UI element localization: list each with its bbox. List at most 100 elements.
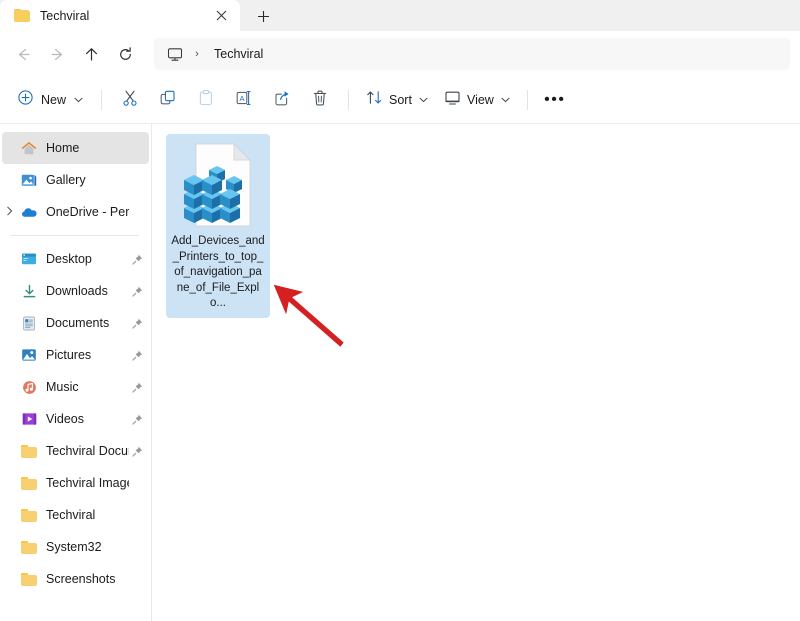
gallery-icon — [20, 171, 38, 189]
folder-icon — [20, 570, 38, 588]
pin-icon[interactable] — [129, 414, 145, 425]
tab-techviral[interactable]: Techviral — [0, 0, 240, 31]
new-button-label: New — [41, 93, 67, 107]
chevron-down-icon — [74, 96, 83, 105]
folder-icon — [20, 538, 38, 556]
scissors-icon — [121, 89, 139, 112]
home-icon — [20, 139, 38, 157]
sidebar-item-techviral[interactable]: Techviral — [2, 499, 149, 531]
sidebar-item-label: System32 — [46, 540, 102, 554]
sidebar-item-label: Techviral Docum — [46, 444, 129, 458]
sidebar-item-videos[interactable]: Videos — [2, 403, 149, 435]
sidebar-item-documents[interactable]: Documents — [2, 307, 149, 339]
trash-icon — [311, 89, 329, 112]
sidebar-item-label: Pictures — [46, 348, 92, 362]
pin-icon[interactable] — [129, 254, 145, 265]
delete-button[interactable] — [301, 84, 339, 116]
toolbar-divider — [101, 90, 103, 110]
pin-icon[interactable] — [129, 286, 145, 297]
sidebar-item-home[interactable]: Home — [2, 132, 149, 164]
view-monitor-icon — [444, 90, 461, 111]
command-bar: New A Sort View ••• — [0, 77, 800, 124]
pin-icon[interactable] — [129, 382, 145, 393]
rename-button[interactable]: A — [225, 84, 263, 116]
toolbar-divider — [526, 90, 528, 110]
sidebar-item-label: Gallery — [46, 173, 86, 187]
sort-arrows-icon — [366, 89, 383, 111]
cut-button[interactable] — [111, 84, 149, 116]
pc-monitor-icon — [164, 44, 186, 64]
up-button[interactable] — [74, 38, 108, 70]
new-button[interactable]: New — [10, 84, 92, 116]
paste-icon — [197, 89, 215, 112]
close-icon[interactable] — [210, 5, 232, 27]
back-button[interactable] — [6, 38, 40, 70]
file-name-label: Add_Devices_and _Printers_to_top_ of_nav… — [171, 235, 265, 310]
tab-label: Techviral — [40, 8, 90, 23]
more-options-button[interactable]: ••• — [537, 84, 573, 116]
sidebar-item-system32[interactable]: System32 — [2, 531, 149, 563]
svg-text:A: A — [240, 94, 245, 103]
sidebar-item-techviral-documents[interactable]: Techviral Docum — [2, 435, 149, 467]
breadcrumb-separator[interactable]: › — [186, 48, 208, 60]
sidebar-divider — [10, 235, 139, 236]
downloads-icon — [20, 282, 38, 300]
sidebar-item-pictures[interactable]: Pictures — [2, 339, 149, 371]
chevron-down-icon — [419, 96, 428, 105]
pictures-icon — [20, 346, 38, 364]
pin-icon[interactable] — [129, 318, 145, 329]
forward-button[interactable] — [40, 38, 74, 70]
sidebar-item-label: OneDrive - Persona — [46, 205, 129, 219]
file-explorer-window: Techviral › Techviral New A Sort View ••… — [0, 0, 800, 621]
explorer-body: Home Gallery OneDrive - Per Desktop Down… — [0, 124, 800, 621]
folder-icon — [20, 506, 38, 524]
folder-icon — [14, 8, 30, 23]
paste-button[interactable] — [187, 84, 225, 116]
sidebar-item-desktop[interactable]: Desktop — [2, 243, 149, 275]
chevron-down-icon — [501, 96, 510, 105]
toolbar-divider — [348, 90, 350, 110]
view-button[interactable]: View — [436, 84, 518, 116]
pin-icon[interactable] — [129, 446, 145, 457]
folder-icon — [20, 474, 38, 492]
sidebar-item-gallery[interactable]: Gallery — [2, 164, 149, 196]
pin-icon[interactable] — [129, 350, 145, 361]
share-button[interactable] — [263, 84, 301, 116]
sidebar-item-label: Techviral — [46, 508, 96, 522]
copy-button[interactable] — [149, 84, 187, 116]
sidebar-item-label: Desktop — [46, 252, 92, 266]
sort-button[interactable]: Sort — [358, 84, 436, 116]
breadcrumb-techviral[interactable]: Techviral — [214, 47, 263, 61]
view-button-label: View — [466, 93, 494, 107]
sidebar-item-music[interactable]: Music — [2, 371, 149, 403]
sidebar-item-label: Music — [46, 380, 79, 394]
sidebar-item-label: Home — [46, 141, 80, 155]
new-tab-button[interactable] — [246, 1, 280, 31]
sidebar-item-downloads[interactable]: Downloads — [2, 275, 149, 307]
plus-circle-icon — [17, 89, 34, 111]
sidebar-item-label: Downloads — [46, 284, 108, 298]
refresh-button[interactable] — [108, 38, 142, 70]
videos-icon — [20, 410, 38, 428]
sort-button-label: Sort — [389, 93, 412, 107]
file-item[interactable]: Add_Devices_and _Printers_to_top_ of_nav… — [166, 134, 270, 318]
address-bar[interactable]: › Techviral — [154, 38, 790, 70]
navigation-bar: › Techviral — [0, 31, 800, 77]
rename-icon: A — [235, 89, 253, 112]
folder-icon — [20, 442, 38, 460]
sidebar-item-label: Screenshots — [46, 572, 116, 586]
sidebar-item-onedrive[interactable]: OneDrive - Persona — [2, 196, 149, 228]
music-icon — [20, 378, 38, 396]
share-icon — [273, 89, 291, 112]
sidebar-item-screenshots[interactable]: Screenshots — [2, 563, 149, 595]
sidebar-item-techviral-images[interactable]: Techviral Images — [2, 467, 149, 499]
file-list-view[interactable]: Add_Devices_and _Printers_to_top_ of_nav… — [152, 124, 800, 621]
sidebar-item-label: Documents — [46, 316, 110, 330]
desktop-icon — [20, 250, 38, 268]
registry-file-icon — [182, 142, 254, 228]
chevron-right-icon[interactable] — [6, 206, 20, 218]
sidebar-item-label: Videos — [46, 412, 84, 426]
tab-strip: Techviral — [0, 0, 800, 31]
onedrive-icon — [20, 203, 38, 221]
documents-icon — [20, 314, 38, 332]
